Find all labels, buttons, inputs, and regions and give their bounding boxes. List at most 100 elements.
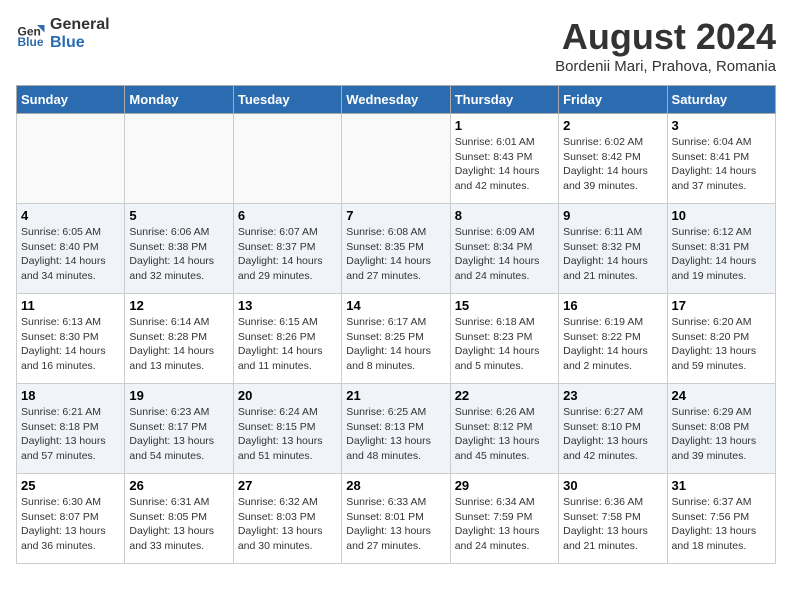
day-info: Sunrise: 6:25 AMSunset: 8:13 PMDaylight:… — [346, 405, 445, 464]
day-number: 21 — [346, 388, 445, 403]
day-number: 19 — [129, 388, 228, 403]
logo: Gen Blue General Blue — [16, 16, 110, 52]
calendar-cell: 23 Sunrise: 6:27 AMSunset: 8:10 PMDayligh… — [559, 384, 667, 474]
logo-general: General — [50, 16, 110, 34]
calendar-cell: 9Sunrise: 6:11 AMSunset: 8:32 PMDaylight… — [559, 204, 667, 294]
day-info: Sunrise: 6:08 AMSunset: 8:35 PMDaylight:… — [346, 225, 445, 284]
calendar-cell: 24 Sunrise: 6:29 AMSunset: 8:08 PMDayligh… — [667, 384, 775, 474]
day-info: Sunrise: 6:14 AMSunset: 8:28 PMDaylight:… — [129, 315, 228, 374]
day-info: Sunrise: 6:23 AMSunset: 8:17 PMDaylight:… — [129, 405, 228, 464]
calendar-cell — [342, 114, 450, 204]
day-number: 11 — [21, 298, 120, 313]
calendar-table: SundayMondayTuesdayWednesdayThursdayFrid… — [16, 85, 776, 564]
day-info: Sunrise: 6:34 AMSunset: 7:59 PMDaylight:… — [455, 495, 554, 554]
day-info: Sunrise: 6:02 AMSunset: 8:42 PMDaylight:… — [563, 135, 662, 194]
day-info: Sunrise: 6:31 AMSunset: 8:05 PMDaylight:… — [129, 495, 228, 554]
day-info: Sunrise: 6:06 AMSunset: 8:38 PMDaylight:… — [129, 225, 228, 284]
day-info: Sunrise: 6:32 AMSunset: 8:03 PMDaylight:… — [238, 495, 337, 554]
day-number: 30 — [563, 478, 662, 493]
day-info: Sunrise: 6:29 AMSunset: 8:08 PMDaylight:… — [672, 405, 771, 464]
calendar-cell: 18 Sunrise: 6:21 AMSunset: 8:18 PMDayligh… — [17, 384, 125, 474]
day-info: Sunrise: 6:09 AMSunset: 8:34 PMDaylight:… — [455, 225, 554, 284]
calendar-cell: 14 Sunrise: 6:17 AMSunset: 8:25 PMDayligh… — [342, 294, 450, 384]
day-info: Sunrise: 6:30 AMSunset: 8:07 PMDaylight:… — [21, 495, 120, 554]
day-number: 20 — [238, 388, 337, 403]
day-number: 27 — [238, 478, 337, 493]
calendar-cell: 6 Sunrise: 6:07 AMSunset: 8:37 PMDaylight… — [233, 204, 341, 294]
day-info: Sunrise: 6:13 AMSunset: 8:30 PMDaylight:… — [21, 315, 120, 374]
day-number: 31 — [672, 478, 771, 493]
day-info: Sunrise: 6:17 AMSunset: 8:25 PMDaylight:… — [346, 315, 445, 374]
day-number: 28 — [346, 478, 445, 493]
calendar-cell: 1 Sunrise: 6:01 AMSunset: 8:43 PMDaylight… — [450, 114, 558, 204]
month-year: August 2024 — [555, 16, 776, 58]
day-info: Sunrise: 6:21 AMSunset: 8:18 PMDaylight:… — [21, 405, 120, 464]
day-number: 2 — [563, 118, 662, 133]
calendar-week-row: 18 Sunrise: 6:21 AMSunset: 8:18 PMDayligh… — [17, 384, 776, 474]
calendar-cell: 22Sunrise: 6:26 AMSunset: 8:12 PMDayligh… — [450, 384, 558, 474]
day-number: 7 — [346, 208, 445, 223]
day-number: 17 — [672, 298, 771, 313]
day-number: 26 — [129, 478, 228, 493]
weekday-header: Monday — [125, 86, 233, 114]
day-number: 1 — [455, 118, 554, 133]
day-info: Sunrise: 6:19 AMSunset: 8:22 PMDaylight:… — [563, 315, 662, 374]
calendar-cell: 5 Sunrise: 6:06 AMSunset: 8:38 PMDaylight… — [125, 204, 233, 294]
calendar-week-row: 25Sunrise: 6:30 AMSunset: 8:07 PMDayligh… — [17, 474, 776, 564]
calendar-cell: 25Sunrise: 6:30 AMSunset: 8:07 PMDayligh… — [17, 474, 125, 564]
day-number: 6 — [238, 208, 337, 223]
day-number: 3 — [672, 118, 771, 133]
calendar-cell: 31 Sunrise: 6:37 AMSunset: 7:56 PMDayligh… — [667, 474, 775, 564]
day-number: 14 — [346, 298, 445, 313]
day-number: 9 — [563, 208, 662, 223]
calendar-cell: 4Sunrise: 6:05 AMSunset: 8:40 PMDaylight… — [17, 204, 125, 294]
logo-blue: Blue — [50, 34, 110, 52]
title-area: August 2024 Bordenii Mari, Prahova, Roma… — [555, 16, 776, 75]
day-info: Sunrise: 6:37 AMSunset: 7:56 PMDaylight:… — [672, 495, 771, 554]
day-number: 29 — [455, 478, 554, 493]
weekday-header: Sunday — [17, 86, 125, 114]
calendar-cell: 19 Sunrise: 6:23 AMSunset: 8:17 PMDayligh… — [125, 384, 233, 474]
logo-icon: Gen Blue — [16, 19, 46, 49]
calendar-cell: 2 Sunrise: 6:02 AMSunset: 8:42 PMDaylight… — [559, 114, 667, 204]
day-number: 23 — [563, 388, 662, 403]
calendar-cell: 29 Sunrise: 6:34 AMSunset: 7:59 PMDayligh… — [450, 474, 558, 564]
calendar-week-row: 4Sunrise: 6:05 AMSunset: 8:40 PMDaylight… — [17, 204, 776, 294]
calendar-cell: 7 Sunrise: 6:08 AMSunset: 8:35 PMDaylight… — [342, 204, 450, 294]
calendar-cell: 28 Sunrise: 6:33 AMSunset: 8:01 PMDayligh… — [342, 474, 450, 564]
day-number: 24 — [672, 388, 771, 403]
weekday-header: Saturday — [667, 86, 775, 114]
calendar-cell: 8 Sunrise: 6:09 AMSunset: 8:34 PMDaylight… — [450, 204, 558, 294]
day-number: 10 — [672, 208, 771, 223]
calendar-cell: 20 Sunrise: 6:24 AMSunset: 8:15 PMDayligh… — [233, 384, 341, 474]
day-info: Sunrise: 6:33 AMSunset: 8:01 PMDaylight:… — [346, 495, 445, 554]
day-number: 12 — [129, 298, 228, 313]
calendar-cell: 16Sunrise: 6:19 AMSunset: 8:22 PMDayligh… — [559, 294, 667, 384]
calendar-cell: 30Sunrise: 6:36 AMSunset: 7:58 PMDayligh… — [559, 474, 667, 564]
day-info: Sunrise: 6:04 AMSunset: 8:41 PMDaylight:… — [672, 135, 771, 194]
day-number: 5 — [129, 208, 228, 223]
header-row: SundayMondayTuesdayWednesdayThursdayFrid… — [17, 86, 776, 114]
day-info: Sunrise: 6:27 AMSunset: 8:10 PMDaylight:… — [563, 405, 662, 464]
day-info: Sunrise: 6:07 AMSunset: 8:37 PMDaylight:… — [238, 225, 337, 284]
calendar-cell: 12 Sunrise: 6:14 AMSunset: 8:28 PMDayligh… — [125, 294, 233, 384]
weekday-header: Thursday — [450, 86, 558, 114]
calendar-cell: 13Sunrise: 6:15 AMSunset: 8:26 PMDayligh… — [233, 294, 341, 384]
day-number: 8 — [455, 208, 554, 223]
calendar-week-row: 1 Sunrise: 6:01 AMSunset: 8:43 PMDaylight… — [17, 114, 776, 204]
calendar-week-row: 11 Sunrise: 6:13 AMSunset: 8:30 PMDayligh… — [17, 294, 776, 384]
day-info: Sunrise: 6:20 AMSunset: 8:20 PMDaylight:… — [672, 315, 771, 374]
day-info: Sunrise: 6:18 AMSunset: 8:23 PMDaylight:… — [455, 315, 554, 374]
weekday-header: Wednesday — [342, 86, 450, 114]
calendar-cell: 26 Sunrise: 6:31 AMSunset: 8:05 PMDayligh… — [125, 474, 233, 564]
calendar-cell: 10Sunrise: 6:12 AMSunset: 8:31 PMDayligh… — [667, 204, 775, 294]
day-info: Sunrise: 6:01 AMSunset: 8:43 PMDaylight:… — [455, 135, 554, 194]
calendar-cell: 17 Sunrise: 6:20 AMSunset: 8:20 PMDayligh… — [667, 294, 775, 384]
calendar-cell — [233, 114, 341, 204]
day-info: Sunrise: 6:05 AMSunset: 8:40 PMDaylight:… — [21, 225, 120, 284]
weekday-header: Friday — [559, 86, 667, 114]
day-number: 18 — [21, 388, 120, 403]
day-info: Sunrise: 6:26 AMSunset: 8:12 PMDaylight:… — [455, 405, 554, 464]
weekday-header: Tuesday — [233, 86, 341, 114]
day-info: Sunrise: 6:24 AMSunset: 8:15 PMDaylight:… — [238, 405, 337, 464]
